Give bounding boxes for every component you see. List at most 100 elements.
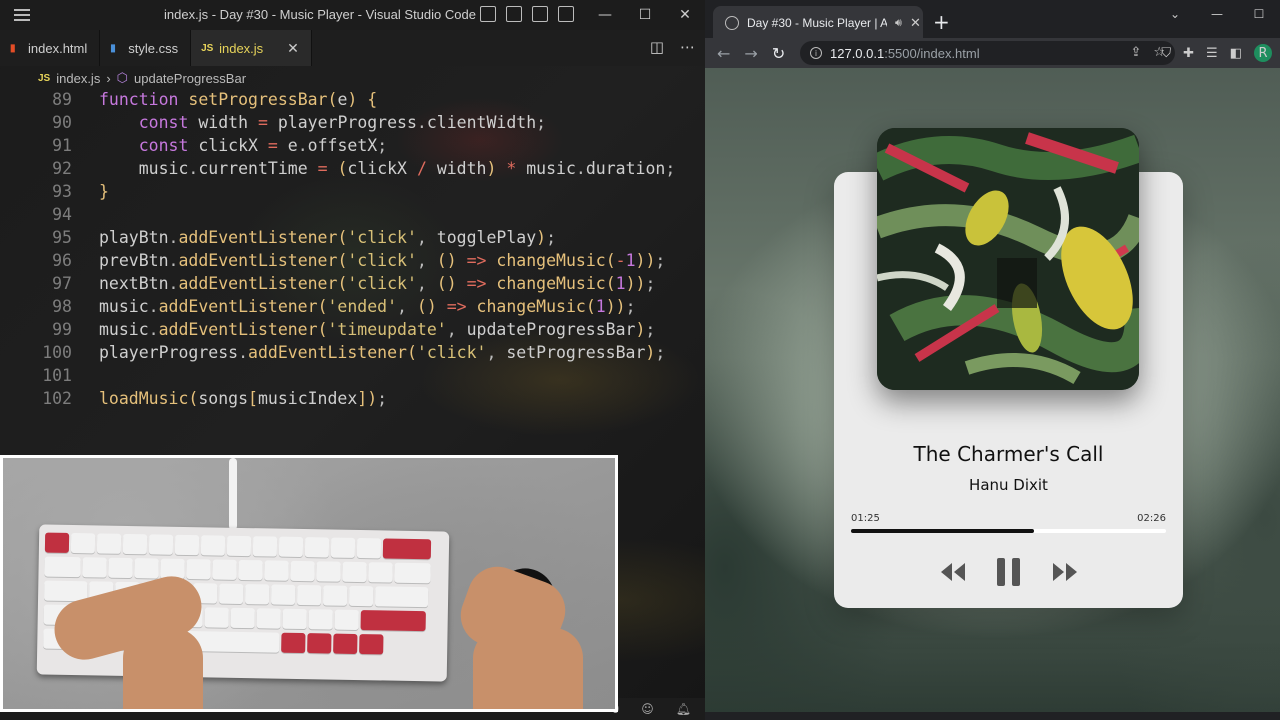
browser-toolbar: ← → ↻ i 127.0.0.1:5500/index.html ⇪ ☆ ⛉ …	[705, 38, 1280, 68]
keyboard-row	[44, 532, 432, 560]
close-tab-icon[interactable]: ✕	[287, 40, 299, 57]
toggle-panel-icon[interactable]	[506, 6, 522, 22]
keycap	[278, 536, 304, 558]
line-text: music.addEventListener('timeupdate', upd…	[99, 320, 656, 339]
customize-layout-icon[interactable]	[558, 6, 574, 22]
tab-index-js[interactable]: JS index.js ✕	[191, 30, 312, 66]
url-host: 127.0.0.1	[830, 45, 885, 61]
code-line: 98 music.addEventListener('ended', () => …	[0, 295, 705, 318]
keycap	[122, 533, 148, 555]
url-text[interactable]: 127.0.0.1:5500/index.html	[830, 46, 980, 61]
maximize-icon[interactable]: ☐	[1238, 0, 1280, 28]
breadcrumb-file[interactable]: index.js	[56, 71, 100, 86]
forward-icon	[1052, 563, 1077, 581]
keycap	[226, 535, 252, 557]
layout-controls	[480, 6, 574, 22]
keycap	[282, 608, 308, 630]
right-arm	[473, 628, 583, 709]
keycap	[219, 583, 244, 605]
forward-icon[interactable]: →	[744, 44, 757, 63]
keycap	[334, 609, 360, 631]
keycap	[174, 534, 200, 556]
feedback-icon[interactable]: ☺	[641, 702, 654, 716]
maximize-icon[interactable]: ☐	[625, 0, 665, 30]
play-pause-button[interactable]	[994, 557, 1024, 587]
keyboard-cable	[229, 458, 237, 530]
keycap	[44, 556, 81, 578]
keycap	[297, 584, 322, 606]
keycap	[245, 584, 270, 605]
code-editor[interactable]: 89 function setProgressBar(e) {90 const w…	[0, 88, 705, 410]
line-number: 95	[52, 228, 72, 247]
reload-icon[interactable]: ↻	[772, 44, 785, 63]
breadcrumb-symbol[interactable]: updateProgressBar	[134, 71, 246, 86]
toggle-secondary-sidebar-icon[interactable]	[532, 6, 548, 22]
profile-avatar[interactable]: R	[1254, 44, 1272, 62]
keycap	[204, 607, 230, 628]
keycap	[96, 533, 122, 554]
album-cover	[877, 128, 1139, 390]
code-line: 101	[0, 364, 705, 387]
new-tab-icon[interactable]: +	[933, 10, 950, 34]
browser-window: Day #30 - Music Player | Asm 🔊︎ ✕ + ⌄ — …	[705, 0, 1280, 720]
keycap	[134, 558, 159, 579]
split-editor-icon[interactable]: ◫	[650, 38, 664, 56]
keycap	[360, 610, 426, 632]
puzzle-extensions-icon[interactable]: ✚	[1183, 46, 1194, 61]
tab-search-icon[interactable]: ⌄	[1154, 0, 1196, 28]
keycap	[186, 559, 211, 580]
prev-button[interactable]	[938, 557, 968, 587]
code-line: 90 const width = playerProgress.clientWi…	[0, 111, 705, 134]
address-bar[interactable]: i 127.0.0.1:5500/index.html ⇪ ☆	[800, 41, 1175, 65]
shield-icon[interactable]: ⛉	[1161, 46, 1171, 61]
browser-window-controls: ⌄ — ☐	[1154, 0, 1280, 28]
css3-icon: ▮	[110, 42, 116, 54]
reading-list-icon[interactable]: ☰	[1206, 46, 1218, 61]
chevron-right-icon: ›	[106, 70, 111, 86]
webcam-overlay	[0, 455, 618, 712]
line-number: 93	[52, 182, 72, 201]
page-viewport: The Charmer's Call Hanu Dixit 01:25 02:2…	[705, 68, 1280, 712]
window-controls: — ☐ ✕	[585, 0, 705, 30]
share-icon[interactable]: ⇪	[1130, 45, 1141, 60]
minimize-icon[interactable]: —	[1196, 0, 1238, 28]
toggle-primary-sidebar-icon[interactable]	[480, 6, 496, 22]
globe-icon	[725, 16, 739, 30]
code-line: 94	[0, 203, 705, 226]
keycap	[304, 537, 330, 558]
tab-index-html[interactable]: ▮ index.html	[0, 30, 101, 66]
more-actions-icon[interactable]: ⋯	[680, 38, 695, 56]
back-icon[interactable]: ←	[717, 44, 730, 63]
progress-bar[interactable]	[851, 529, 1166, 533]
keycap	[307, 633, 332, 654]
keycap	[70, 532, 96, 554]
line-number: 102	[42, 389, 72, 408]
breadcrumb: JS index.js › ⬡ updateProgressBar	[0, 66, 705, 90]
browser-tab[interactable]: Day #30 - Music Player | Asm 🔊︎ ✕	[713, 6, 923, 40]
omnibox-actions: ⇪ ☆	[1130, 45, 1165, 60]
line-text: }	[99, 182, 109, 201]
code-line: 92 music.currentTime = (clickX / width) …	[0, 157, 705, 180]
browser-tabbar: Day #30 - Music Player | Asm 🔊︎ ✕ + ⌄ — …	[705, 0, 1280, 40]
line-number: 98	[52, 297, 72, 316]
line-text	[72, 203, 99, 226]
speaker-icon[interactable]: 🔊︎	[895, 17, 902, 30]
bell-icon[interactable]: 🔔︎	[676, 702, 691, 716]
editor-tabs: ▮ index.html ▮ style.css JS index.js ✕	[0, 30, 705, 66]
abstract-painting-art	[877, 128, 1139, 390]
close-icon[interactable]: ✕	[665, 0, 705, 30]
tab-style-css[interactable]: ▮ style.css	[100, 30, 192, 66]
close-tab-icon[interactable]: ✕	[910, 15, 921, 31]
line-number: 96	[52, 251, 72, 270]
side-panel-icon[interactable]: ◧	[1230, 46, 1242, 61]
line-text: playerProgress.addEventListener('click',…	[99, 343, 666, 362]
code-line: 93}	[0, 180, 705, 203]
site-info-icon[interactable]: i	[810, 47, 822, 59]
html5-icon: ▮	[10, 42, 16, 54]
editor-actions: ◫ ⋯	[650, 38, 695, 56]
keycap	[252, 536, 278, 557]
keycap	[271, 584, 296, 605]
minimize-icon[interactable]: —	[585, 0, 625, 30]
next-button[interactable]	[1050, 557, 1080, 587]
code-line: 95 playBtn.addEventListener('click', togg…	[0, 226, 705, 249]
